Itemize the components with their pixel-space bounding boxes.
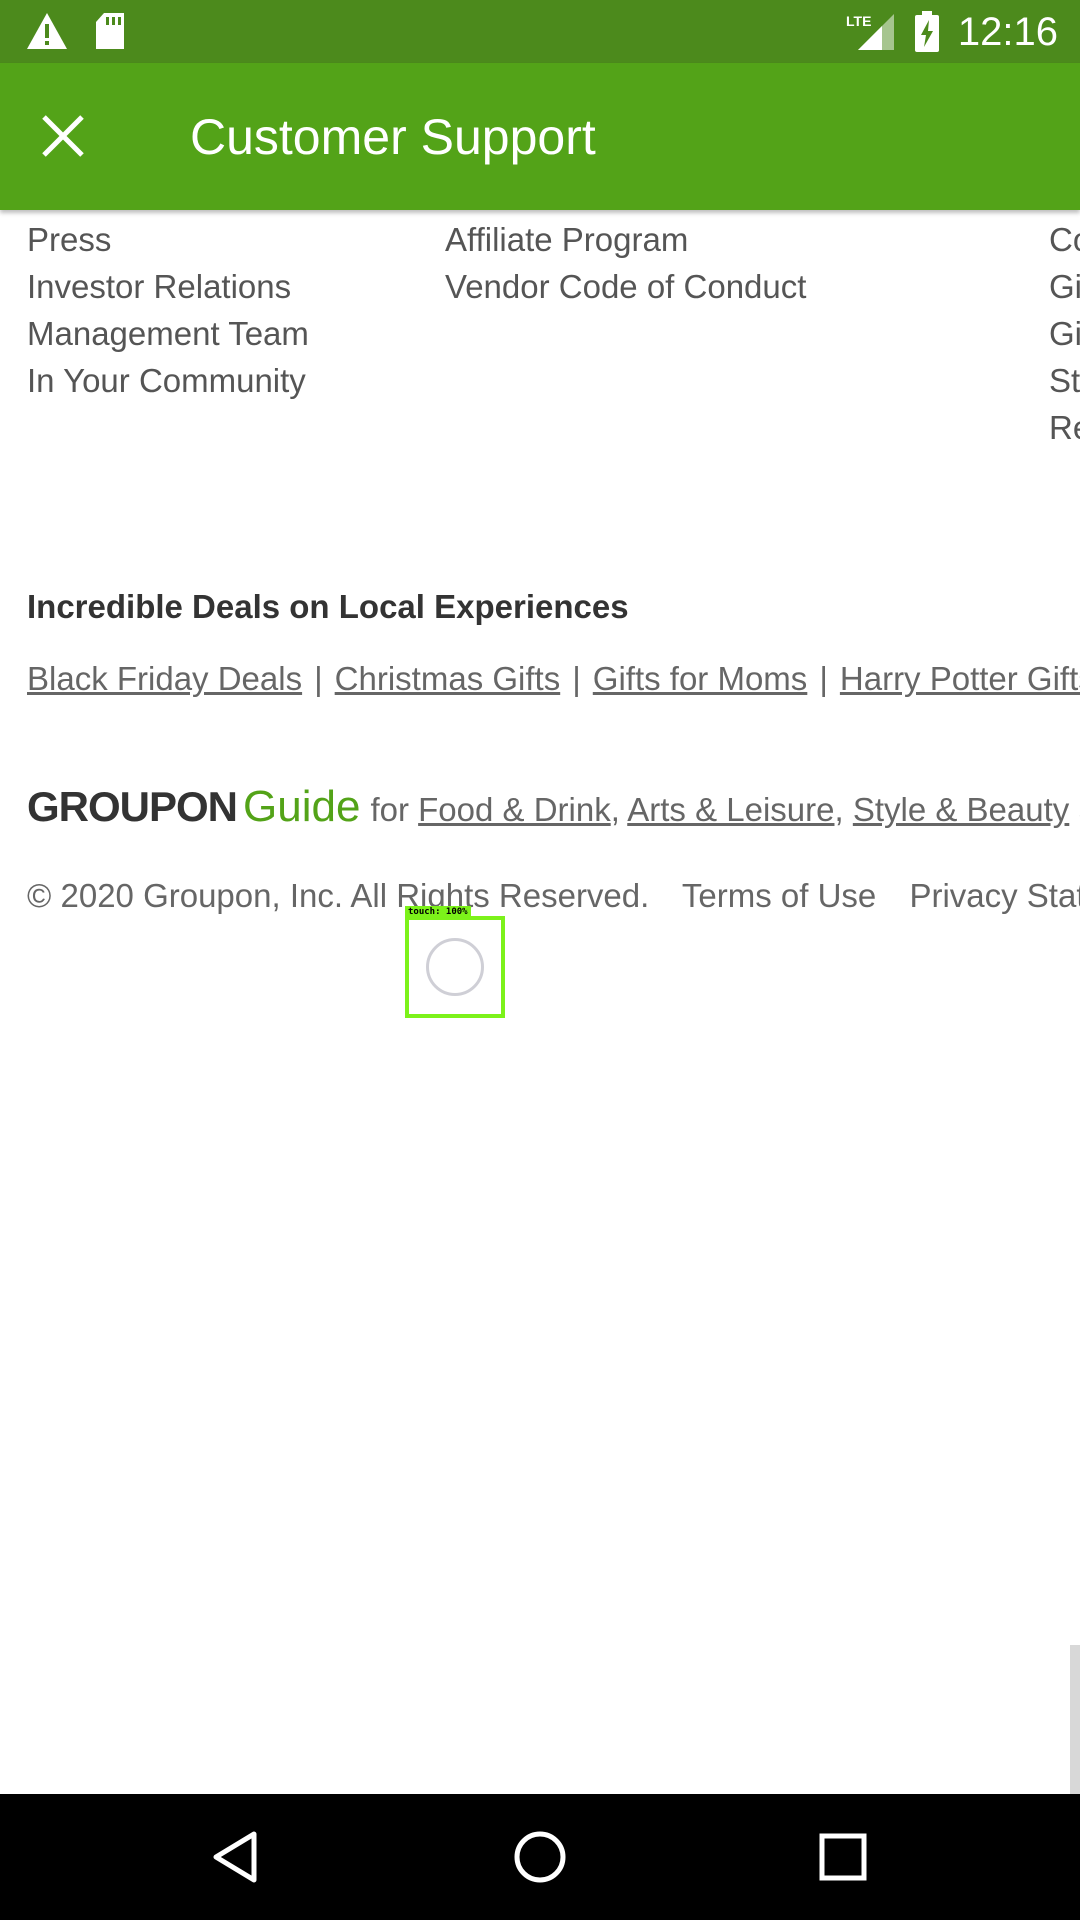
- battery-charging-icon: [914, 11, 939, 52]
- footer-link-management-team[interactable]: Management Team: [27, 310, 309, 357]
- lte-label: LTE: [846, 13, 871, 29]
- deal-link-christmas-gifts[interactable]: Christmas Gifts: [335, 660, 561, 697]
- touch-ripple-icon: [426, 938, 484, 996]
- footer-link-truncated[interactable]: Gi: [1049, 310, 1080, 357]
- footer-link-affiliate-program[interactable]: Affiliate Program: [445, 216, 806, 263]
- scrollbar[interactable]: [1070, 1645, 1080, 1795]
- privacy-statement-link[interactable]: Privacy Stater: [909, 877, 1080, 914]
- footer-column-partners: Affiliate Program Vendor Code of Conduct: [445, 216, 806, 310]
- footer-link-investor-relations[interactable]: Investor Relations: [27, 263, 309, 310]
- footer-link-press[interactable]: Press: [27, 216, 309, 263]
- close-icon[interactable]: [40, 113, 86, 159]
- guide-link-arts-leisure[interactable]: Arts & Leisure: [627, 791, 834, 828]
- deal-link-black-friday[interactable]: Black Friday Deals: [27, 660, 302, 697]
- copyright-line: © 2020 Groupon, Inc. All Rights Reserved…: [27, 877, 1080, 915]
- alert-icon: [27, 13, 67, 49]
- footer-link-truncated[interactable]: Re: [1049, 404, 1080, 451]
- status-right-icons: LTE 12:16: [846, 8, 1058, 56]
- system-nav-bar: [0, 1794, 1080, 1920]
- deal-link-harry-potter-gifts[interactable]: Harry Potter Gifts: [840, 660, 1080, 697]
- status-bar: LTE 12:16: [0, 0, 1080, 63]
- footer-link-truncated[interactable]: Co: [1049, 216, 1080, 263]
- recents-icon[interactable]: [810, 1824, 876, 1890]
- footer-link-truncated[interactable]: St: [1049, 357, 1080, 404]
- web-content[interactable]: Press Investor Relations Management Team…: [0, 210, 1080, 1794]
- app-bar: Customer Support: [0, 63, 1080, 210]
- guide-categories: for Food & Drink, Arts & Leisure, Style …: [370, 791, 1080, 829]
- status-left-icons: [26, 12, 126, 50]
- lte-signal-icon: LTE: [846, 13, 894, 50]
- separator: |: [819, 660, 828, 697]
- terms-of-use-link[interactable]: Terms of Use: [682, 877, 876, 914]
- separator: |: [314, 660, 323, 697]
- footer-column-company: Press Investor Relations Management Team…: [27, 216, 309, 404]
- page-title: Customer Support: [190, 109, 596, 165]
- deals-heading: Incredible Deals on Local Experiences: [27, 588, 629, 625]
- sd-card-icon: [96, 13, 124, 49]
- groupon-logo[interactable]: GROUPON: [27, 783, 238, 831]
- back-icon[interactable]: [204, 1824, 270, 1890]
- footer-link-truncated[interactable]: Gi: [1049, 263, 1080, 310]
- guide-link-food-drink[interactable]: Food & Drink: [418, 791, 611, 828]
- footer-link-vendor-code[interactable]: Vendor Code of Conduct: [445, 263, 806, 310]
- deals-links: Black Friday Deals | Christmas Gifts | Gifts…: [27, 660, 1080, 698]
- guide-link-style-beauty[interactable]: Style & Beauty: [853, 791, 1069, 828]
- status-clock: 12:16: [957, 10, 1058, 54]
- footer-column-more: Co Gi Gi St Re: [1049, 216, 1080, 451]
- deal-link-gifts-for-moms[interactable]: Gifts for Moms: [593, 660, 808, 697]
- guide-logo-word[interactable]: Guide: [243, 782, 360, 832]
- home-icon[interactable]: [507, 1824, 573, 1890]
- footer-link-in-your-community[interactable]: In Your Community: [27, 357, 309, 404]
- copyright-text: © 2020 Groupon, Inc. All Rights Reserved…: [27, 877, 650, 914]
- groupon-guide-line: GROUPON Guide for Food & Drink, Arts & L…: [27, 782, 1080, 832]
- guide-for-text: for: [370, 791, 409, 828]
- separator: |: [572, 660, 581, 697]
